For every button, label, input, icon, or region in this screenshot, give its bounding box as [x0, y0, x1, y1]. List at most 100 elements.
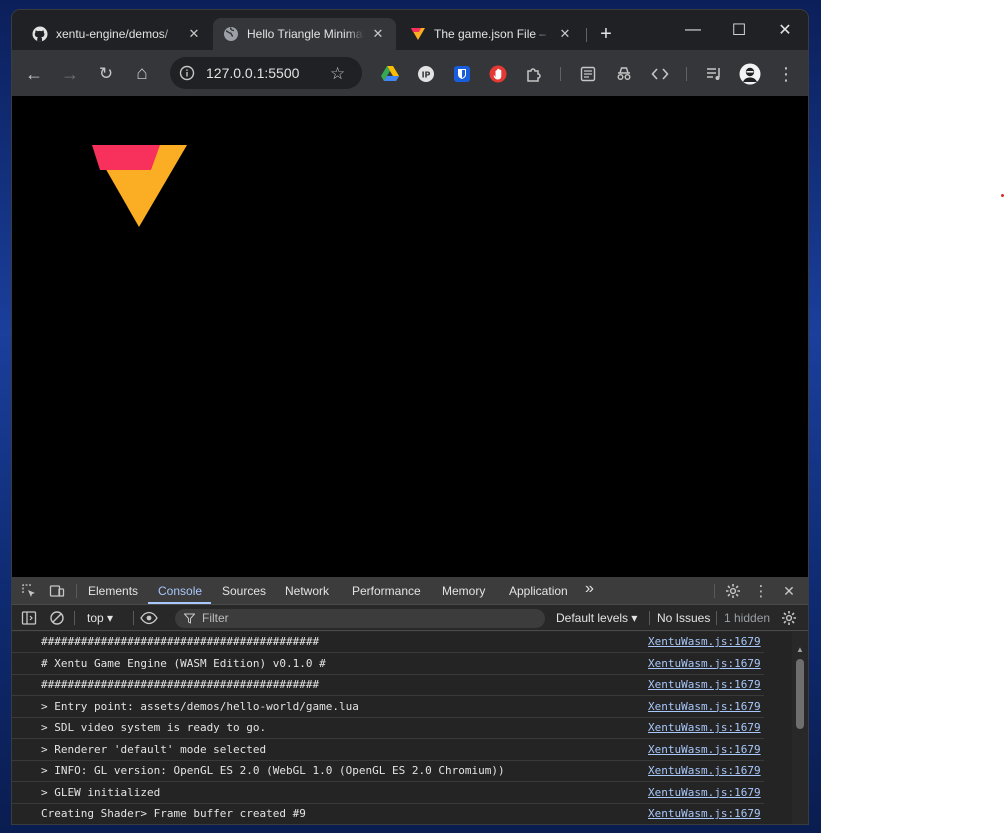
game-canvas[interactable]	[12, 96, 808, 577]
site-info-icon[interactable]	[179, 65, 195, 81]
globe-icon	[223, 26, 239, 42]
scroll-up-arrow-icon[interactable]: ▲	[794, 644, 806, 654]
browser-menu-button[interactable]: ⋮	[774, 62, 798, 86]
log-levels-dropdown[interactable]: Default levels ▾	[556, 611, 637, 625]
media-icon[interactable]	[702, 62, 726, 86]
console-log[interactable]: ########################################…	[12, 632, 792, 824]
tab-close-icon[interactable]: ✕	[557, 26, 573, 42]
tab-performance[interactable]: Performance	[352, 584, 421, 598]
tab-console[interactable]: Console	[158, 584, 202, 598]
browser-toolbar: ← → ↻ ⌂ 127.0.0.1:5500 ☆ IP ⋮	[12, 50, 808, 96]
tab-memory[interactable]: Memory	[442, 584, 485, 598]
filter-input[interactable]: Filter	[175, 609, 545, 628]
console-scrollbar-thumb[interactable]	[796, 659, 804, 729]
forward-button[interactable]: →	[58, 62, 82, 86]
reload-button[interactable]: ↻	[94, 62, 118, 86]
more-tabs-icon[interactable]: »	[585, 580, 594, 598]
tab-elements[interactable]: Elements	[88, 584, 138, 598]
reading-list-icon[interactable]	[576, 62, 600, 86]
toolbar-separator	[560, 67, 561, 81]
home-button[interactable]: ⌂	[130, 62, 154, 86]
profile-avatar-icon[interactable]	[738, 62, 762, 86]
tab-network[interactable]: Network	[285, 584, 329, 598]
console-separator	[649, 611, 650, 625]
live-expression-eye-icon[interactable]	[140, 609, 158, 627]
tab-github-demos[interactable]: xentu-engine/demos/ ✕	[22, 18, 212, 50]
log-message: > Entry point: assets/demos/hello-world/…	[41, 699, 359, 713]
github-icon	[32, 26, 48, 42]
log-source-link[interactable]: XentuWasm.js:1679	[648, 678, 761, 691]
toolbar-separator	[686, 67, 687, 81]
log-message: # Xentu Game Engine (WASM Edition) v0.1.…	[41, 656, 326, 670]
close-devtools-icon[interactable]: ✕	[780, 582, 798, 600]
tab-separator	[586, 28, 587, 42]
minimize-button[interactable]: —	[670, 16, 716, 44]
log-source-link[interactable]: XentuWasm.js:1679	[648, 635, 761, 648]
hand-icon[interactable]	[486, 62, 510, 86]
log-message: Creating Shader> Frame buffer created #9	[41, 807, 306, 820]
clear-console-icon[interactable]	[48, 609, 66, 627]
ip-icon[interactable]: IP	[414, 62, 438, 86]
log-source-link[interactable]: XentuWasm.js:1679	[648, 786, 761, 799]
log-message: ########################################…	[41, 635, 320, 648]
tab-close-icon[interactable]: ✕	[186, 26, 202, 42]
log-source-link[interactable]: XentuWasm.js:1679	[648, 721, 761, 734]
tab-title: Hello Triangle Minimal	[247, 27, 364, 41]
url-text[interactable]: 127.0.0.1:5500	[206, 65, 299, 81]
browser-window: xentu-engine/demos/ ✕ Hello Triangle Min…	[12, 10, 808, 824]
console-settings-gear-icon[interactable]	[780, 609, 798, 627]
puzzle-icon[interactable]	[522, 62, 546, 86]
log-message: > GLEW initialized	[41, 785, 161, 799]
log-source-link[interactable]: XentuWasm.js:1679	[648, 743, 761, 756]
devtools-tabbar: Elements Console Sources Network Perform…	[12, 577, 808, 605]
console-separator	[74, 611, 75, 625]
tab-sources[interactable]: Sources	[222, 584, 266, 598]
log-row: > GLEW initialized XentuWasm.js:1679	[12, 783, 764, 804]
new-tab-button[interactable]: +	[594, 22, 618, 46]
log-message: ########################################…	[41, 678, 320, 691]
console-separator	[133, 611, 134, 625]
tab-close-icon[interactable]: ✕	[370, 26, 386, 42]
issues-counter[interactable]: No Issues	[657, 611, 710, 625]
inspect-element-icon[interactable]	[20, 582, 38, 600]
log-source-link[interactable]: XentuWasm.js:1679	[648, 807, 761, 820]
tab-hello-triangle[interactable]: Hello Triangle Minimal ✕	[213, 18, 396, 50]
console-separator	[716, 611, 717, 625]
devtools-panel: Elements Console Sources Network Perform…	[12, 577, 808, 824]
log-row: > Entry point: assets/demos/hello-world/…	[12, 697, 764, 718]
triangle-top	[92, 145, 160, 170]
tab-strip: xentu-engine/demos/ ✕ Hello Triangle Min…	[12, 10, 808, 50]
log-message: > INFO: GL version: OpenGL ES 2.0 (WebGL…	[41, 764, 505, 777]
context-selector[interactable]: top ▾	[87, 611, 113, 625]
log-source-link[interactable]: XentuWasm.js:1679	[648, 700, 761, 713]
maximize-button[interactable]: ☐	[716, 16, 762, 44]
close-window-button[interactable]: ✕	[762, 16, 808, 44]
tab-application[interactable]: Application	[509, 584, 568, 598]
address-bar[interactable]: 127.0.0.1:5500 ☆	[170, 57, 362, 89]
code-icon[interactable]	[648, 62, 672, 86]
canvas-surface	[92, 145, 187, 227]
back-button[interactable]: ←	[22, 62, 46, 86]
settings-gear-icon[interactable]	[724, 582, 742, 600]
desktop-dot	[1001, 194, 1004, 197]
log-message: > SDL video system is ready to go.	[41, 721, 267, 734]
devtools-separator	[714, 584, 715, 598]
spy-icon[interactable]	[612, 62, 636, 86]
sidebar-toggle-icon[interactable]	[20, 609, 38, 627]
log-source-link[interactable]: XentuWasm.js:1679	[648, 657, 761, 670]
devtools-separator	[76, 584, 77, 598]
devtools-menu-icon[interactable]: ⋮	[752, 582, 770, 600]
console-toolbar: top ▾ Filter Default levels ▾ No Issues …	[12, 605, 808, 631]
svg-text:IP: IP	[422, 71, 431, 80]
device-toolbar-icon[interactable]	[48, 582, 66, 600]
filter-placeholder: Filter	[202, 611, 229, 625]
log-source-link[interactable]: XentuWasm.js:1679	[648, 764, 761, 777]
active-tab-indicator	[148, 602, 211, 604]
xentu-logo-icon	[410, 26, 426, 42]
bitwarden-icon[interactable]	[450, 62, 474, 86]
google-drive-icon[interactable]	[378, 62, 402, 86]
bookmark-star-icon[interactable]: ☆	[330, 64, 345, 84]
tab-title: The game.json File – X	[434, 27, 551, 41]
tab-game-json-file[interactable]: The game.json File – X ✕	[400, 18, 583, 50]
scroll-down-arrow-icon[interactable]: ▼	[794, 821, 806, 825]
